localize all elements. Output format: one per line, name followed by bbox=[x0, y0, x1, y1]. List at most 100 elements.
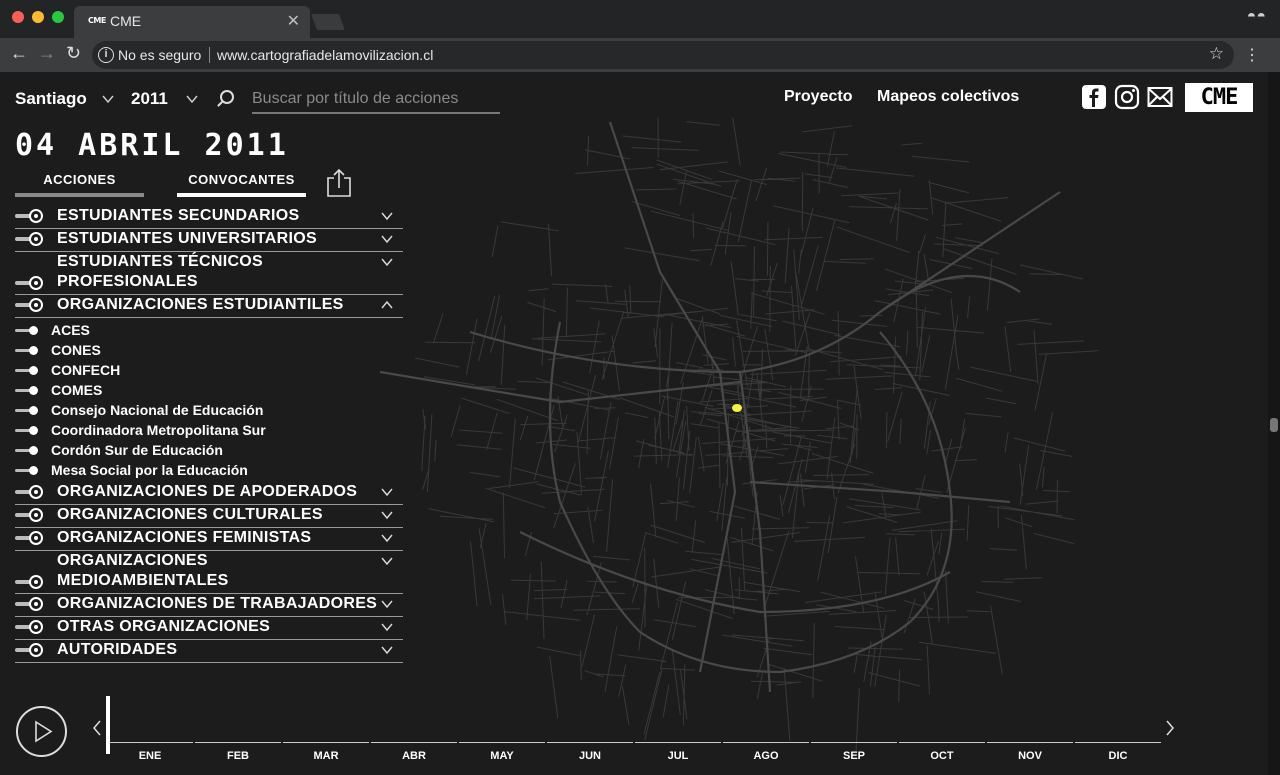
play-button[interactable] bbox=[16, 706, 67, 757]
timeline-cursor[interactable] bbox=[106, 696, 110, 754]
forward-icon[interactable]: → bbox=[38, 43, 56, 64]
category-estudiantes-secundarios[interactable]: ESTUDIANTES SECUNDARIOS bbox=[15, 206, 403, 229]
category-label: AUTORIDADES bbox=[57, 641, 178, 658]
category-estudiantes-tecnicos-profesionales[interactable]: ESTUDIANTES TÉCNICOS PROFESIONALES bbox=[15, 252, 403, 295]
reload-icon[interactable]: ↻ bbox=[66, 43, 81, 64]
category-organizaciones-feministas[interactable]: ORGANIZACIONES FEMINISTAS bbox=[15, 528, 403, 551]
subitem-confech[interactable]: CONFECH bbox=[15, 360, 403, 380]
subitem-comes[interactable]: COMES bbox=[15, 380, 403, 400]
category-otras-organizaciones[interactable]: OTRAS ORGANIZACIONES bbox=[15, 617, 403, 640]
chevron-down-icon[interactable] bbox=[186, 94, 198, 104]
category-toggle[interactable] bbox=[15, 209, 45, 223]
timeline-month[interactable]: ABR bbox=[371, 742, 457, 766]
category-organizaciones-culturales[interactable]: ORGANIZACIONES CULTURALES bbox=[15, 505, 403, 528]
new-tab-button[interactable] bbox=[311, 14, 345, 30]
chevron-down-icon[interactable] bbox=[381, 210, 393, 222]
chevron-down-icon[interactable] bbox=[381, 486, 393, 498]
year-select[interactable]: 2011 bbox=[131, 89, 168, 109]
timeline-month[interactable]: JUN bbox=[547, 742, 633, 766]
category-toggle[interactable] bbox=[15, 485, 45, 499]
search-input[interactable] bbox=[252, 86, 500, 114]
category-toggle[interactable] bbox=[15, 620, 45, 634]
timeline-month[interactable]: MAR bbox=[283, 742, 369, 766]
chevron-down-icon[interactable] bbox=[381, 598, 393, 610]
back-icon[interactable]: ← bbox=[10, 43, 28, 64]
timeline-month[interactable]: OCT bbox=[899, 742, 985, 766]
chevron-down-icon[interactable] bbox=[381, 644, 393, 656]
url-text[interactable]: www.cartografiadelamovilizacion.cl bbox=[217, 47, 433, 63]
timeline-month[interactable]: JUL bbox=[635, 742, 721, 766]
category-organizaciones-medioambientales[interactable]: ORGANIZACIONES MEDIOAMBIENTALES bbox=[15, 551, 403, 594]
cme-logo[interactable]: CME bbox=[1185, 83, 1253, 112]
category-toggle[interactable] bbox=[15, 597, 45, 611]
chevron-down-icon[interactable] bbox=[381, 233, 393, 245]
tab-acciones[interactable]: ACCIONES bbox=[15, 172, 144, 197]
chevron-down-icon[interactable] bbox=[381, 555, 393, 567]
category-toggle[interactable] bbox=[15, 643, 45, 657]
timeline-month[interactable]: DIC bbox=[1075, 742, 1161, 766]
timeline-month-label: ABR bbox=[402, 750, 426, 762]
chevron-down-icon[interactable] bbox=[102, 94, 114, 104]
facebook-icon[interactable] bbox=[1081, 84, 1107, 110]
chevron-down-icon[interactable] bbox=[381, 532, 393, 544]
category-label: ORGANIZACIONES FEMINISTAS bbox=[57, 529, 312, 546]
insecure-label: No es seguro bbox=[118, 47, 202, 63]
chevron-down-icon[interactable] bbox=[381, 256, 393, 268]
share-icon[interactable] bbox=[326, 168, 352, 198]
chevron-up-icon[interactable] bbox=[381, 299, 393, 311]
category-organizaciones-trabajadores[interactable]: ORGANIZACIONES DE TRABAJADORES bbox=[15, 594, 403, 617]
chevron-down-icon[interactable] bbox=[381, 509, 393, 521]
category-toggle[interactable] bbox=[15, 508, 45, 522]
city-select[interactable]: Santiago bbox=[15, 89, 87, 109]
minimize-window-button[interactable] bbox=[32, 11, 44, 23]
browser-tab[interactable]: CME CME ✕ bbox=[74, 6, 310, 38]
timeline-month[interactable]: NOV bbox=[987, 742, 1073, 766]
category-toggle[interactable] bbox=[15, 276, 45, 290]
category-toggle[interactable] bbox=[15, 298, 45, 312]
tab-close-icon[interactable]: ✕ bbox=[287, 11, 300, 31]
category-organizaciones-estudiantiles[interactable]: ORGANIZACIONES ESTUDIANTILES bbox=[15, 295, 403, 318]
subitem-mesa-social[interactable]: Mesa Social por la Educación bbox=[15, 460, 403, 480]
browser-menu-icon[interactable]: ⋮ bbox=[1244, 45, 1260, 65]
close-window-button[interactable] bbox=[12, 11, 24, 23]
timeline-month[interactable]: MAY bbox=[459, 742, 545, 766]
tab-convocantes[interactable]: CONVOCANTES bbox=[177, 172, 306, 197]
category-toggle[interactable] bbox=[15, 232, 45, 246]
chevron-down-icon[interactable] bbox=[381, 621, 393, 633]
page-scrollbar[interactable] bbox=[1268, 72, 1280, 775]
subitem-cordon-sur[interactable]: Cordón Sur de Educación bbox=[15, 440, 403, 460]
timeline-month[interactable]: SEP bbox=[811, 742, 897, 766]
category-label: ESTUDIANTES TÉCNICOS PROFESIONALES bbox=[57, 253, 264, 290]
timeline-month[interactable]: ENE bbox=[107, 742, 193, 766]
info-icon[interactable]: i bbox=[98, 47, 114, 63]
subitem-consejo-nacional[interactable]: Consejo Nacional de Educación bbox=[15, 400, 403, 420]
subitem-label: ACES bbox=[51, 322, 90, 338]
timeline-month[interactable]: AGO bbox=[723, 742, 809, 766]
tab-indicator-active bbox=[177, 193, 306, 197]
mail-icon[interactable] bbox=[1147, 84, 1173, 110]
category-toggle[interactable] bbox=[15, 575, 45, 589]
maximize-window-button[interactable] bbox=[52, 11, 64, 23]
nav-mapeos-colectivos[interactable]: Mapeos colectivos bbox=[877, 88, 1019, 106]
subitem-aces[interactable]: ACES bbox=[15, 320, 403, 340]
category-estudiantes-universitarios[interactable]: ESTUDIANTES UNIVERSITARIOS bbox=[15, 229, 403, 252]
incognito-icon: ◓◓ bbox=[1246, 8, 1266, 25]
subitem-coordinadora-metropolitana[interactable]: Coordinadora Metropolitana Sur bbox=[15, 420, 403, 440]
nav-proyecto[interactable]: Proyecto bbox=[784, 88, 852, 106]
category-label: ORGANIZACIONES CULTURALES bbox=[57, 506, 323, 523]
timeline-next-icon[interactable] bbox=[1165, 718, 1175, 738]
subitem-cones[interactable]: CONES bbox=[15, 340, 403, 360]
event-marker[interactable] bbox=[732, 404, 742, 412]
timeline-prev-icon[interactable] bbox=[92, 718, 102, 738]
tab-convocantes-label: CONVOCANTES bbox=[188, 172, 295, 187]
category-organizaciones-apoderados[interactable]: ORGANIZACIONES DE APODERADOS bbox=[15, 482, 403, 505]
category-autoridades[interactable]: AUTORIDADES bbox=[15, 640, 403, 663]
search-icon[interactable] bbox=[220, 90, 234, 104]
scroll-thumb[interactable] bbox=[1270, 418, 1278, 432]
instagram-icon[interactable] bbox=[1114, 84, 1140, 110]
bookmark-star-icon[interactable]: ☆ bbox=[1209, 44, 1224, 64]
tab-indicator bbox=[15, 193, 144, 197]
category-toggle[interactable] bbox=[15, 531, 45, 545]
timeline-month[interactable]: FEB bbox=[195, 742, 281, 766]
address-bar[interactable]: i No es seguro www.cartografiadelamovili… bbox=[92, 41, 1234, 69]
